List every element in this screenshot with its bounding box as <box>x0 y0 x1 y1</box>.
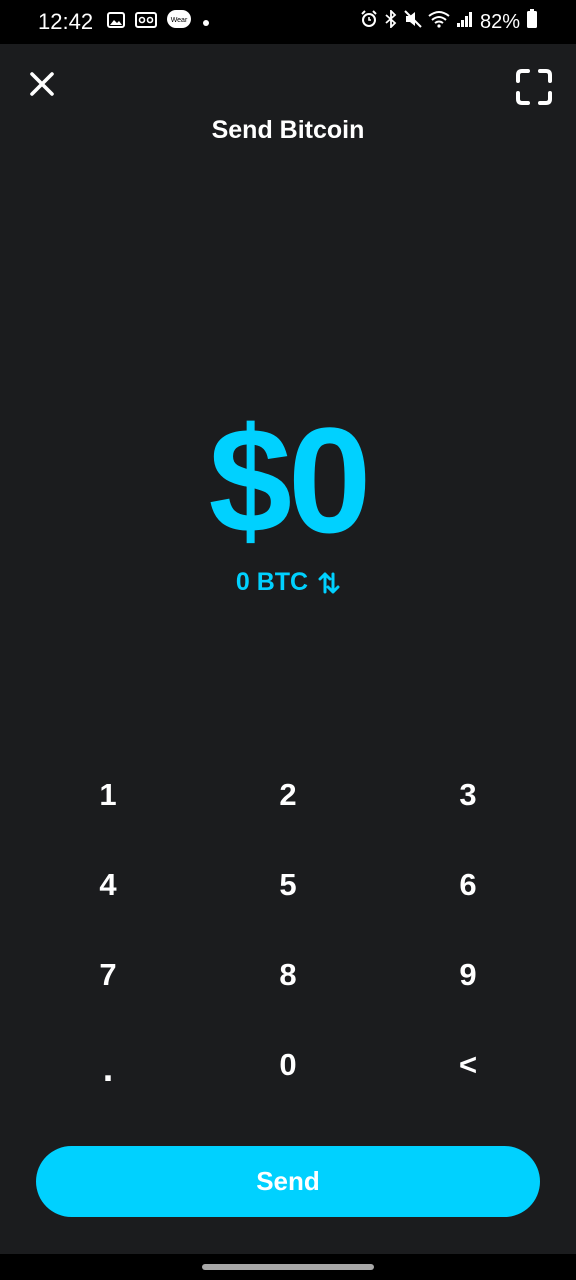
battery-icon <box>526 9 538 35</box>
key-1[interactable]: 1 <box>18 750 198 840</box>
key-3[interactable]: 3 <box>378 750 558 840</box>
send-button[interactable]: Send <box>36 1146 540 1217</box>
key-6[interactable]: 6 <box>378 840 558 930</box>
key-backspace[interactable]: < <box>378 1020 558 1110</box>
status-bar-left: 12:42 Wear <box>38 9 211 35</box>
dot-icon <box>201 10 211 34</box>
alarm-icon <box>360 10 378 34</box>
key-0[interactable]: 0 <box>198 1020 378 1110</box>
signal-icon <box>456 10 474 34</box>
scan-icon <box>516 69 552 105</box>
key-9[interactable]: 9 <box>378 930 558 1020</box>
key-8[interactable]: 8 <box>198 930 378 1020</box>
home-gesture-handle[interactable] <box>202 1264 374 1270</box>
swap-arrows-icon <box>318 572 340 593</box>
voicemail-icon <box>135 10 158 34</box>
wear-icon-label: Wear <box>171 17 188 24</box>
btc-amount-toggle[interactable]: 0 BTC <box>0 568 576 597</box>
close-icon <box>30 72 54 96</box>
close-button[interactable] <box>24 66 60 102</box>
mute-icon <box>404 10 422 34</box>
battery-percent: 82% <box>479 10 520 33</box>
status-bar-right: 82% <box>360 8 538 35</box>
navigation-bar <box>0 1254 576 1280</box>
status-bar: 12:42 Wear 82% <box>0 0 576 44</box>
key-decimal[interactable]: . <box>18 1020 198 1110</box>
fiat-amount: $0 <box>208 396 372 564</box>
wear-icon: Wear <box>167 10 192 34</box>
key-7[interactable]: 7 <box>18 930 198 1020</box>
scan-button[interactable] <box>515 68 553 106</box>
gallery-icon <box>107 10 126 34</box>
status-time: 12:42 <box>38 9 94 34</box>
btc-amount: 0 BTC <box>235 568 309 596</box>
key-2[interactable]: 2 <box>198 750 378 840</box>
wifi-icon <box>428 10 450 34</box>
key-4[interactable]: 4 <box>18 840 198 930</box>
bluetooth-icon <box>384 8 398 34</box>
page-title: Send Bitcoin <box>211 116 365 144</box>
key-5[interactable]: 5 <box>198 840 378 930</box>
